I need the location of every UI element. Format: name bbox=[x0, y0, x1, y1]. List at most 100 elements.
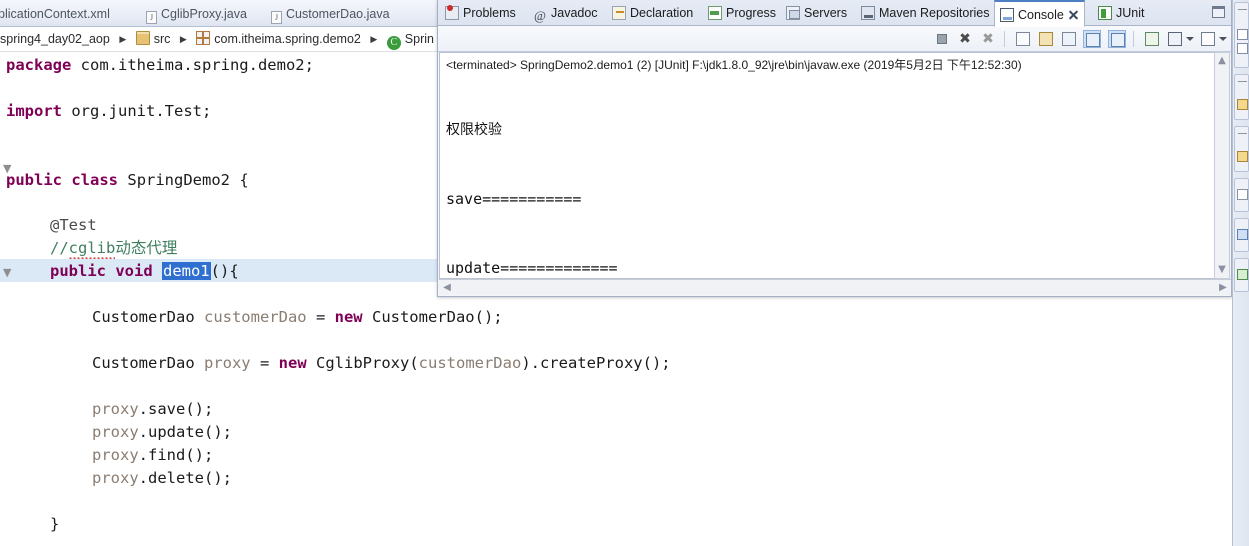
problems-icon bbox=[445, 5, 459, 20]
console-vertical-scrollbar[interactable]: ▲ ▼ bbox=[1214, 52, 1230, 279]
console-output-area[interactable]: <terminated> SpringDemo2.demo1 (2) [JUni… bbox=[439, 52, 1216, 279]
console-line-0: 权限校验 bbox=[446, 122, 502, 138]
code-line-close-brace: } bbox=[50, 513, 59, 536]
annotation-test: @Test bbox=[50, 216, 97, 234]
code-line-decl-proxy: CustomerDao proxy = new CglibProxy(custo… bbox=[92, 352, 671, 375]
fold-marker-method[interactable]: ▼ bbox=[3, 267, 12, 278]
code-line-decl-customerdao: CustomerDao customerDao = new CustomerDa… bbox=[92, 306, 503, 329]
breadcrumb-class-label: Sprin bbox=[404, 32, 434, 46]
console-horizontal-scrollbar[interactable]: ◀ ▶ bbox=[439, 279, 1231, 295]
code-line-proxy-update: proxy.update(); bbox=[92, 421, 232, 444]
scroll-left-icon[interactable]: ◀ bbox=[440, 281, 454, 295]
warning-icon[interactable] bbox=[1237, 99, 1248, 110]
scroll-lock-icon bbox=[1039, 32, 1053, 46]
tab-progress[interactable]: Progress bbox=[703, 1, 781, 26]
scroll-down-icon[interactable]: ▼ bbox=[1215, 263, 1229, 277]
terminate-button[interactable] bbox=[933, 30, 951, 48]
tab-label: Declaration bbox=[630, 6, 694, 20]
tab-console[interactable]: Console bbox=[994, 0, 1085, 27]
maven-icon bbox=[861, 6, 875, 20]
keyword-new: new bbox=[278, 354, 307, 372]
variable-customerdao: customerDao bbox=[203, 308, 307, 326]
assign-operator: = bbox=[250, 354, 279, 372]
outline-icon[interactable] bbox=[1237, 29, 1248, 40]
minimized-view-document[interactable] bbox=[1234, 178, 1249, 212]
tab-label: Servers bbox=[804, 6, 848, 20]
chevron-down-icon[interactable] bbox=[1186, 37, 1194, 41]
constructor-cglibproxy: CglibProxy( bbox=[316, 354, 419, 372]
chevron-down-icon[interactable] bbox=[1219, 37, 1227, 41]
minimized-view-problems[interactable] bbox=[1234, 74, 1249, 120]
junit-icon[interactable] bbox=[1237, 269, 1248, 280]
console-line-2: update============= bbox=[446, 259, 618, 277]
breadcrumb-item-project[interactable]: spring4_day02_aop bbox=[0, 27, 110, 52]
minimized-view-console[interactable] bbox=[1234, 218, 1249, 252]
tab-javadoc[interactable]: @ Javadoc bbox=[528, 1, 603, 26]
keyword-new: new bbox=[334, 308, 363, 326]
open-console-button[interactable] bbox=[1199, 30, 1217, 48]
warning-icon[interactable] bbox=[1237, 151, 1248, 162]
editor-tab-applicationcontext-xml[interactable]: plicationContext.xml bbox=[0, 2, 116, 26]
pin-console-button[interactable] bbox=[1143, 30, 1161, 48]
show-console-on-error-button[interactable] bbox=[1108, 30, 1126, 48]
stop-square-icon bbox=[937, 34, 947, 44]
constructor-customerdao: CustomerDao(); bbox=[371, 308, 503, 326]
remove-x-icon: ✖ bbox=[959, 31, 971, 47]
tab-maven-repositories[interactable]: Maven Repositories bbox=[856, 1, 994, 26]
editor-tab-cglibproxy-java[interactable]: J CglibProxy.java bbox=[140, 2, 253, 26]
restore-view-icon[interactable] bbox=[1212, 6, 1225, 18]
selected-method-name: demo1 bbox=[161, 262, 211, 280]
editor-tab-label: CglibProxy.java bbox=[161, 7, 247, 21]
minimized-view-junit[interactable] bbox=[1234, 258, 1249, 292]
assign-operator: = bbox=[306, 308, 335, 326]
comment-slashes: // bbox=[50, 239, 69, 257]
console-icon[interactable] bbox=[1237, 229, 1248, 240]
close-icon[interactable] bbox=[1068, 9, 1079, 20]
method-parens: (){ bbox=[210, 262, 239, 280]
clear-console-button[interactable] bbox=[1014, 30, 1032, 48]
minimized-view-outline[interactable] bbox=[1234, 2, 1249, 68]
tab-label: Progress bbox=[726, 6, 777, 20]
breadcrumb-item-src[interactable]: src bbox=[135, 27, 171, 52]
source-folder-icon bbox=[135, 31, 150, 45]
remove-all-terminated-button[interactable]: ✖ bbox=[979, 30, 997, 48]
tab-declaration[interactable]: Declaration bbox=[607, 1, 698, 26]
import-name: org.junit.Test; bbox=[71, 102, 212, 120]
scroll-up-icon[interactable]: ▲ bbox=[1215, 54, 1229, 68]
breadcrumb-separator-icon: ▶ bbox=[119, 34, 127, 44]
code-line-proxy-find: proxy.find(); bbox=[92, 444, 213, 467]
breadcrumb-separator-icon: ▶ bbox=[370, 34, 378, 44]
package-name: com.itheima.spring.demo2; bbox=[80, 56, 314, 74]
toolbar-separator bbox=[1133, 31, 1134, 47]
outline-icon[interactable] bbox=[1237, 43, 1248, 54]
eclipse-ide-window: plicationContext.xml J CglibProxy.java JC… bbox=[0, 0, 1249, 546]
remove-launch-button[interactable]: ✖ bbox=[956, 30, 974, 48]
breadcrumb-item-package[interactable]: com.itheima.spring.demo2 bbox=[196, 27, 361, 52]
tab-problems[interactable]: Problems bbox=[440, 1, 521, 26]
remove-all-x-icon: ✖ bbox=[982, 31, 994, 47]
show-console-output-icon bbox=[1086, 33, 1100, 47]
code-line-proxy-save: proxy.save(); bbox=[92, 398, 213, 421]
progress-icon bbox=[708, 6, 722, 20]
editor-tab-customerdao-java[interactable]: J CustomerDao.java bbox=[265, 2, 396, 26]
tab-servers[interactable]: Servers bbox=[781, 1, 852, 26]
word-wrap-button[interactable] bbox=[1060, 30, 1078, 48]
scroll-lock-button[interactable] bbox=[1037, 30, 1055, 48]
breadcrumb-src-label: src bbox=[153, 32, 171, 46]
type-customerdao: CustomerDao bbox=[92, 354, 204, 372]
console-toolbar: ✖ ✖ bbox=[438, 26, 1231, 52]
scroll-right-icon[interactable]: ▶ bbox=[1216, 281, 1230, 295]
tab-label: Maven Repositories bbox=[879, 6, 990, 20]
console-icon bbox=[1000, 8, 1014, 22]
minimized-view-doc[interactable] bbox=[1234, 126, 1249, 172]
view-tab-bar: Problems @ Javadoc Declaration Progress S… bbox=[438, 0, 1231, 27]
code-line-class-decl: public class SpringDemo2 { bbox=[6, 169, 249, 192]
display-selected-console-button[interactable] bbox=[1166, 30, 1184, 48]
document-icon[interactable] bbox=[1237, 189, 1248, 200]
breadcrumb-separator-icon: ▶ bbox=[179, 34, 187, 44]
show-console-on-output-button[interactable] bbox=[1083, 30, 1101, 48]
tab-junit[interactable]: JUnit bbox=[1093, 1, 1149, 26]
javadoc-icon: @ bbox=[534, 8, 546, 23]
code-line-package: package com.itheima.spring.demo2; bbox=[6, 54, 314, 77]
breadcrumb-item-class[interactable]: C Sprin bbox=[386, 27, 434, 52]
